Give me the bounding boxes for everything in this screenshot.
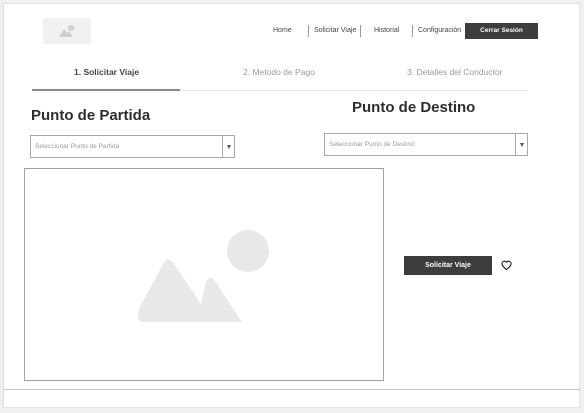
origin-select-value: Seleccionar Punto de Partida bbox=[35, 143, 120, 150]
image-placeholder-icon bbox=[138, 230, 269, 322]
nav-configuracion[interactable]: Configuración bbox=[418, 23, 461, 39]
active-step-indicator bbox=[32, 89, 180, 91]
heart-icon[interactable] bbox=[501, 260, 512, 271]
logout-button[interactable]: Cerrar Sesión bbox=[465, 23, 538, 39]
nav-separator bbox=[360, 25, 361, 37]
chevron-down-icon bbox=[519, 142, 524, 147]
step-metodo-de-pago[interactable]: 2. Metodo de Pago bbox=[243, 66, 315, 78]
nav-home[interactable]: Home bbox=[273, 23, 292, 39]
step-solicitar-viaje[interactable]: 1. Solicitar Viaje bbox=[74, 66, 139, 78]
destination-select-arrow[interactable] bbox=[515, 134, 527, 155]
map-view[interactable] bbox=[24, 168, 384, 381]
nav-separator bbox=[412, 25, 413, 37]
nav-separator bbox=[308, 25, 309, 37]
request-ride-button[interactable]: Solicitar Viaje bbox=[404, 256, 492, 275]
destination-heading: Punto de Destino bbox=[352, 99, 476, 116]
origin-select-arrow[interactable] bbox=[222, 136, 234, 157]
step-detalles-conductor[interactable]: 3. Detalles del Conductor bbox=[407, 66, 502, 78]
footer-divider bbox=[3, 389, 580, 390]
origin-select[interactable]: Seleccionar Punto de Partida bbox=[30, 135, 235, 158]
destination-select-value: Seleccionar Punto de Destino bbox=[329, 141, 415, 148]
nav-solicitar-viaje[interactable]: Solicitar Viaje bbox=[314, 23, 356, 39]
nav-historial[interactable]: Historial bbox=[374, 23, 399, 39]
origin-heading: Punto de Partida bbox=[31, 107, 151, 124]
chevron-down-icon bbox=[226, 144, 231, 149]
destination-select[interactable]: Seleccionar Punto de Destino bbox=[324, 133, 528, 156]
